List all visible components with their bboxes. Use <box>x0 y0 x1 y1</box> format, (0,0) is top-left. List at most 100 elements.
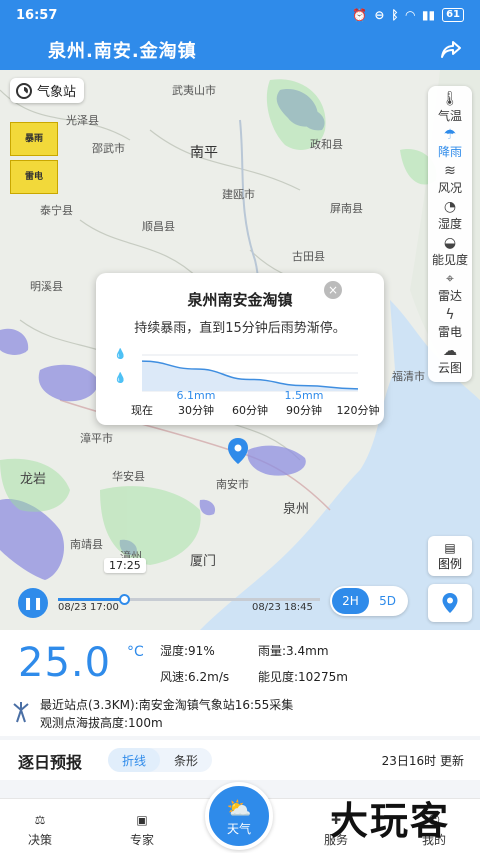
layer-humidity[interactable]: ◔ 湿度 <box>428 198 472 234</box>
cloud-icon: ☁ <box>443 343 457 359</box>
layer-label: 湿度 <box>437 217 462 231</box>
map-city-label: 福清市 <box>392 370 425 383</box>
layer-rain[interactable]: ☂ 降雨 <box>428 126 472 162</box>
gavel-icon: ⚖ <box>34 813 46 827</box>
timeline-end: 08/23 18:45 <box>252 602 313 613</box>
map-city-label: 南平 <box>190 145 218 161</box>
nav-weather[interactable]: ⛅ 天气 <box>205 782 273 850</box>
layer-label: 雷电 <box>437 325 462 339</box>
legend-button[interactable]: ▤ 图例 <box>428 536 472 576</box>
rain-icon: ☂ <box>443 127 457 143</box>
windmill-icon <box>13 702 29 723</box>
humidity-stat: 湿度:91% <box>160 644 215 658</box>
timeline-slider[interactable] <box>58 594 320 605</box>
rainfall-stat: 雨量:3.4mm <box>258 644 329 658</box>
map-city-label: 龙岩 <box>20 472 47 487</box>
chart-tick-label: 90分钟 <box>286 404 322 417</box>
range-5d-button[interactable]: 5D <box>369 588 406 614</box>
temperature-unit: °C <box>127 644 144 660</box>
rain-value-label: 1.5mm <box>284 389 324 402</box>
pause-icon: ❚❚ <box>22 596 44 610</box>
forecast-view-tabs: 折线 条形 <box>108 748 212 772</box>
radar-icon: ⌖ <box>446 271 454 287</box>
station-label: 气象站 <box>37 85 77 100</box>
tab-bar[interactable]: 条形 <box>160 748 212 772</box>
nav-expert[interactable]: ▣ 专家 <box>112 809 172 848</box>
legend-icon: ▤ <box>444 540 456 555</box>
range-toggle: 2H 5D <box>330 586 408 616</box>
weather-map[interactable]: 武夷山市 光泽县 邵武市 南平 政和县 泰宁县 建瓯市 顺昌县 屏南县 古田县 … <box>0 70 480 630</box>
battery-icon: 61 <box>442 8 464 22</box>
range-2h-button[interactable]: 2H <box>332 588 369 614</box>
forecast-update-time: 23日16时 更新 <box>381 754 464 768</box>
layer-cloud[interactable]: ☁ 云图 <box>428 342 472 378</box>
wind-stat: 风速:6.2m/s <box>160 670 230 684</box>
timeline-tooltip: 17:25 <box>104 558 146 573</box>
bluetooth-icon: ᛒ <box>391 8 399 22</box>
page-title: 泉州.南安.金淘镇 <box>48 41 197 62</box>
tab-line[interactable]: 折线 <box>108 748 160 772</box>
rain-value-label: 6.1mm <box>176 389 216 402</box>
chart-tick-label: 60分钟 <box>232 404 268 417</box>
wifi-icon: ◠ <box>405 8 415 22</box>
status-icons: ⏰ ⊖ ᛒ ◠ ▮▮ 61 <box>352 8 464 22</box>
signal-icon: ▮▮ <box>421 8 436 22</box>
weather-station-toggle[interactable]: 气象站 <box>10 78 85 103</box>
warning-label: 雷电 <box>24 172 43 182</box>
layer-label: 雷达 <box>437 289 462 303</box>
map-city-label: 厦门 <box>190 554 217 569</box>
title-row: 泉州.南安.金淘镇 <box>0 30 480 70</box>
timeline-handle[interactable] <box>118 594 130 605</box>
layer-panel: 🌡 气温 ☂ 降雨 ≋ 风况 ◔ 湿度 ◒ 能见度 ⌖ 雷达 ϟ 雷电 ☁ 云图 <box>428 86 472 382</box>
pause-button[interactable]: ❚❚ <box>18 588 48 618</box>
live-weather-panel: 25.0 °C 湿度:91% 雨量:3.4mm 风速:6.2m/s 能见度:10… <box>0 630 480 736</box>
daily-forecast-header: 逐日预报 折线 条形 23日16时 更新 <box>0 740 480 780</box>
nav-decision[interactable]: ⚖ 决策 <box>10 809 70 848</box>
location-pin-icon <box>442 593 458 613</box>
sun-cloud-icon: ⛅ <box>226 795 252 820</box>
alarm-icon: ⏰ <box>352 8 368 22</box>
layer-label: 云图 <box>437 361 462 375</box>
lightning-warning-badge[interactable]: 雷电 <box>10 160 58 194</box>
layer-lightning[interactable]: ϟ 雷电 <box>428 306 472 342</box>
timeline-start: 08/23 17:00 <box>58 602 119 613</box>
layer-label: 降雨 <box>437 145 462 159</box>
layer-visibility[interactable]: ◒ 能见度 <box>428 234 472 270</box>
wind-icon: ≋ <box>444 163 456 179</box>
rainstorm-warning-badge[interactable]: 暴雨 <box>10 122 58 156</box>
chart-tick-label: 120分钟 <box>336 404 380 417</box>
expert-icon: ▣ <box>136 813 148 827</box>
watermark-logo: 大玩客 <box>330 799 451 843</box>
map-city-label: 顺昌县 <box>142 220 175 233</box>
chart-tick-label: 现在 <box>131 404 153 417</box>
station-altitude: 观测点海拔高度:100m <box>40 716 163 730</box>
map-city-label: 建瓯市 <box>222 188 255 201</box>
forecast-title: 逐日预报 <box>18 753 83 772</box>
visibility-icon: ◒ <box>443 235 457 251</box>
map-city-label: 邵武市 <box>92 142 125 155</box>
dnd-icon: ⊖ <box>374 8 385 22</box>
map-city-label: 南安市 <box>216 478 249 491</box>
layer-label: 能见度 <box>431 253 468 267</box>
nav-label: 天气 <box>226 821 251 836</box>
top-bar: 16:57 ⏰ ⊖ ᛒ ◠ ▮▮ 61 泉州.南安.金淘镇 <box>0 0 480 70</box>
status-bar: 16:57 ⏰ ⊖ ᛒ ◠ ▮▮ 61 <box>0 0 480 30</box>
share-button[interactable] <box>438 37 464 63</box>
map-city-label: 屏南县 <box>330 202 363 215</box>
timeline-progress <box>58 598 124 601</box>
layer-radar[interactable]: ⌖ 雷达 <box>428 270 472 306</box>
layer-label: 气温 <box>437 109 462 123</box>
lightning-icon: ϟ <box>445 307 455 323</box>
share-icon <box>441 41 461 58</box>
humidity-icon: ◔ <box>443 199 457 215</box>
map-city-label: 南靖县 <box>70 538 103 551</box>
map-city-label: 明溪县 <box>30 280 63 293</box>
map-city-label: 泰宁县 <box>40 204 73 217</box>
layer-thermometer[interactable]: 🌡 气温 <box>428 90 472 126</box>
nearest-station-info: 最近站点(3.3KM):南安金淘镇气象站16:55采集 <box>40 698 294 712</box>
thermometer-icon: 🌡 <box>441 91 459 107</box>
visibility-stat: 能见度:10275m <box>258 670 348 684</box>
map-city-label: 漳平市 <box>80 432 113 445</box>
layer-wind[interactable]: ≋ 风况 <box>428 162 472 198</box>
locate-button[interactable] <box>428 584 472 622</box>
